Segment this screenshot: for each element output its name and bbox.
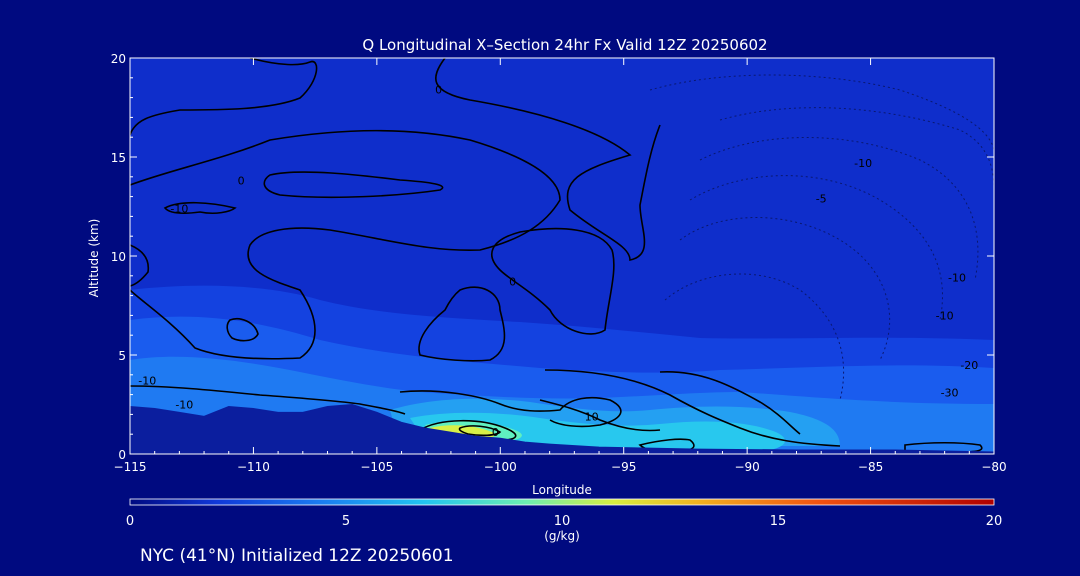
x-tick-label: −85 (858, 460, 883, 474)
chart-title: Q Longitudinal X–Section 24hr Fx Valid 1… (362, 36, 767, 54)
x-tick-label: −90 (734, 460, 759, 474)
contour-label: 0 (238, 175, 245, 188)
contour-label: -10 (948, 272, 966, 285)
x-tick-label: −110 (237, 460, 270, 474)
x-tick-label: −100 (484, 460, 517, 474)
chart-figure: Q Longitudinal X–Section 24hr Fx Valid 1… (87, 36, 1007, 566)
contour-label: -10 (854, 157, 872, 170)
x-tick-label: −80 (981, 460, 1006, 474)
colorbar-ramp (129, 498, 995, 506)
contour-label: 10 (585, 410, 599, 423)
colorbar-tick-label: 0 (126, 514, 134, 529)
y-tick-label: 5 (118, 349, 126, 363)
y-tick-label: 20 (111, 52, 126, 66)
figure: Q Longitudinal X–Section 24hr Fx Valid 1… (0, 0, 1080, 576)
contour-label: -5 (816, 193, 827, 206)
contour-label: -20 (960, 359, 978, 372)
colorbar-tick-label: 15 (770, 514, 787, 529)
colorbar-label: (g/kg) (544, 529, 580, 543)
contour-label: -30 (941, 387, 959, 400)
y-tick-label: 15 (111, 151, 126, 165)
contour-label: 0 (509, 276, 516, 289)
contour-label: -10 (175, 398, 193, 411)
colorbar-tick-label: 20 (986, 514, 1003, 529)
plot-area: 0 0 -10 0 -10 -5 -10 -10 -20 -30 -10 -10 10 0 (130, 58, 994, 454)
colorbar: 0 5 10 15 20 (g/kg) (126, 498, 1002, 543)
contour-label: 0 (435, 84, 442, 97)
y-tick-label: 0 (118, 448, 126, 462)
contour-label: 0 (492, 426, 499, 439)
contour-label: -10 (170, 202, 188, 215)
colorbar-ticks: 0 5 10 15 20 (126, 514, 1002, 529)
y-tick-label: 10 (111, 250, 126, 264)
x-tick-label: −95 (611, 460, 636, 474)
y-axis-label: Altitude (km) (87, 219, 101, 298)
contour-label: -10 (138, 375, 156, 388)
footer-caption: NYC (41°N) Initialized 12Z 20250601 (140, 546, 454, 566)
x-axis-label: Longitude (532, 483, 592, 497)
x-tick-label: −105 (360, 460, 393, 474)
contour-label: -10 (936, 309, 954, 322)
colorbar-tick-label: 5 (342, 514, 350, 529)
colorbar-tick-label: 10 (554, 514, 571, 529)
x-tick-label: −115 (114, 460, 147, 474)
